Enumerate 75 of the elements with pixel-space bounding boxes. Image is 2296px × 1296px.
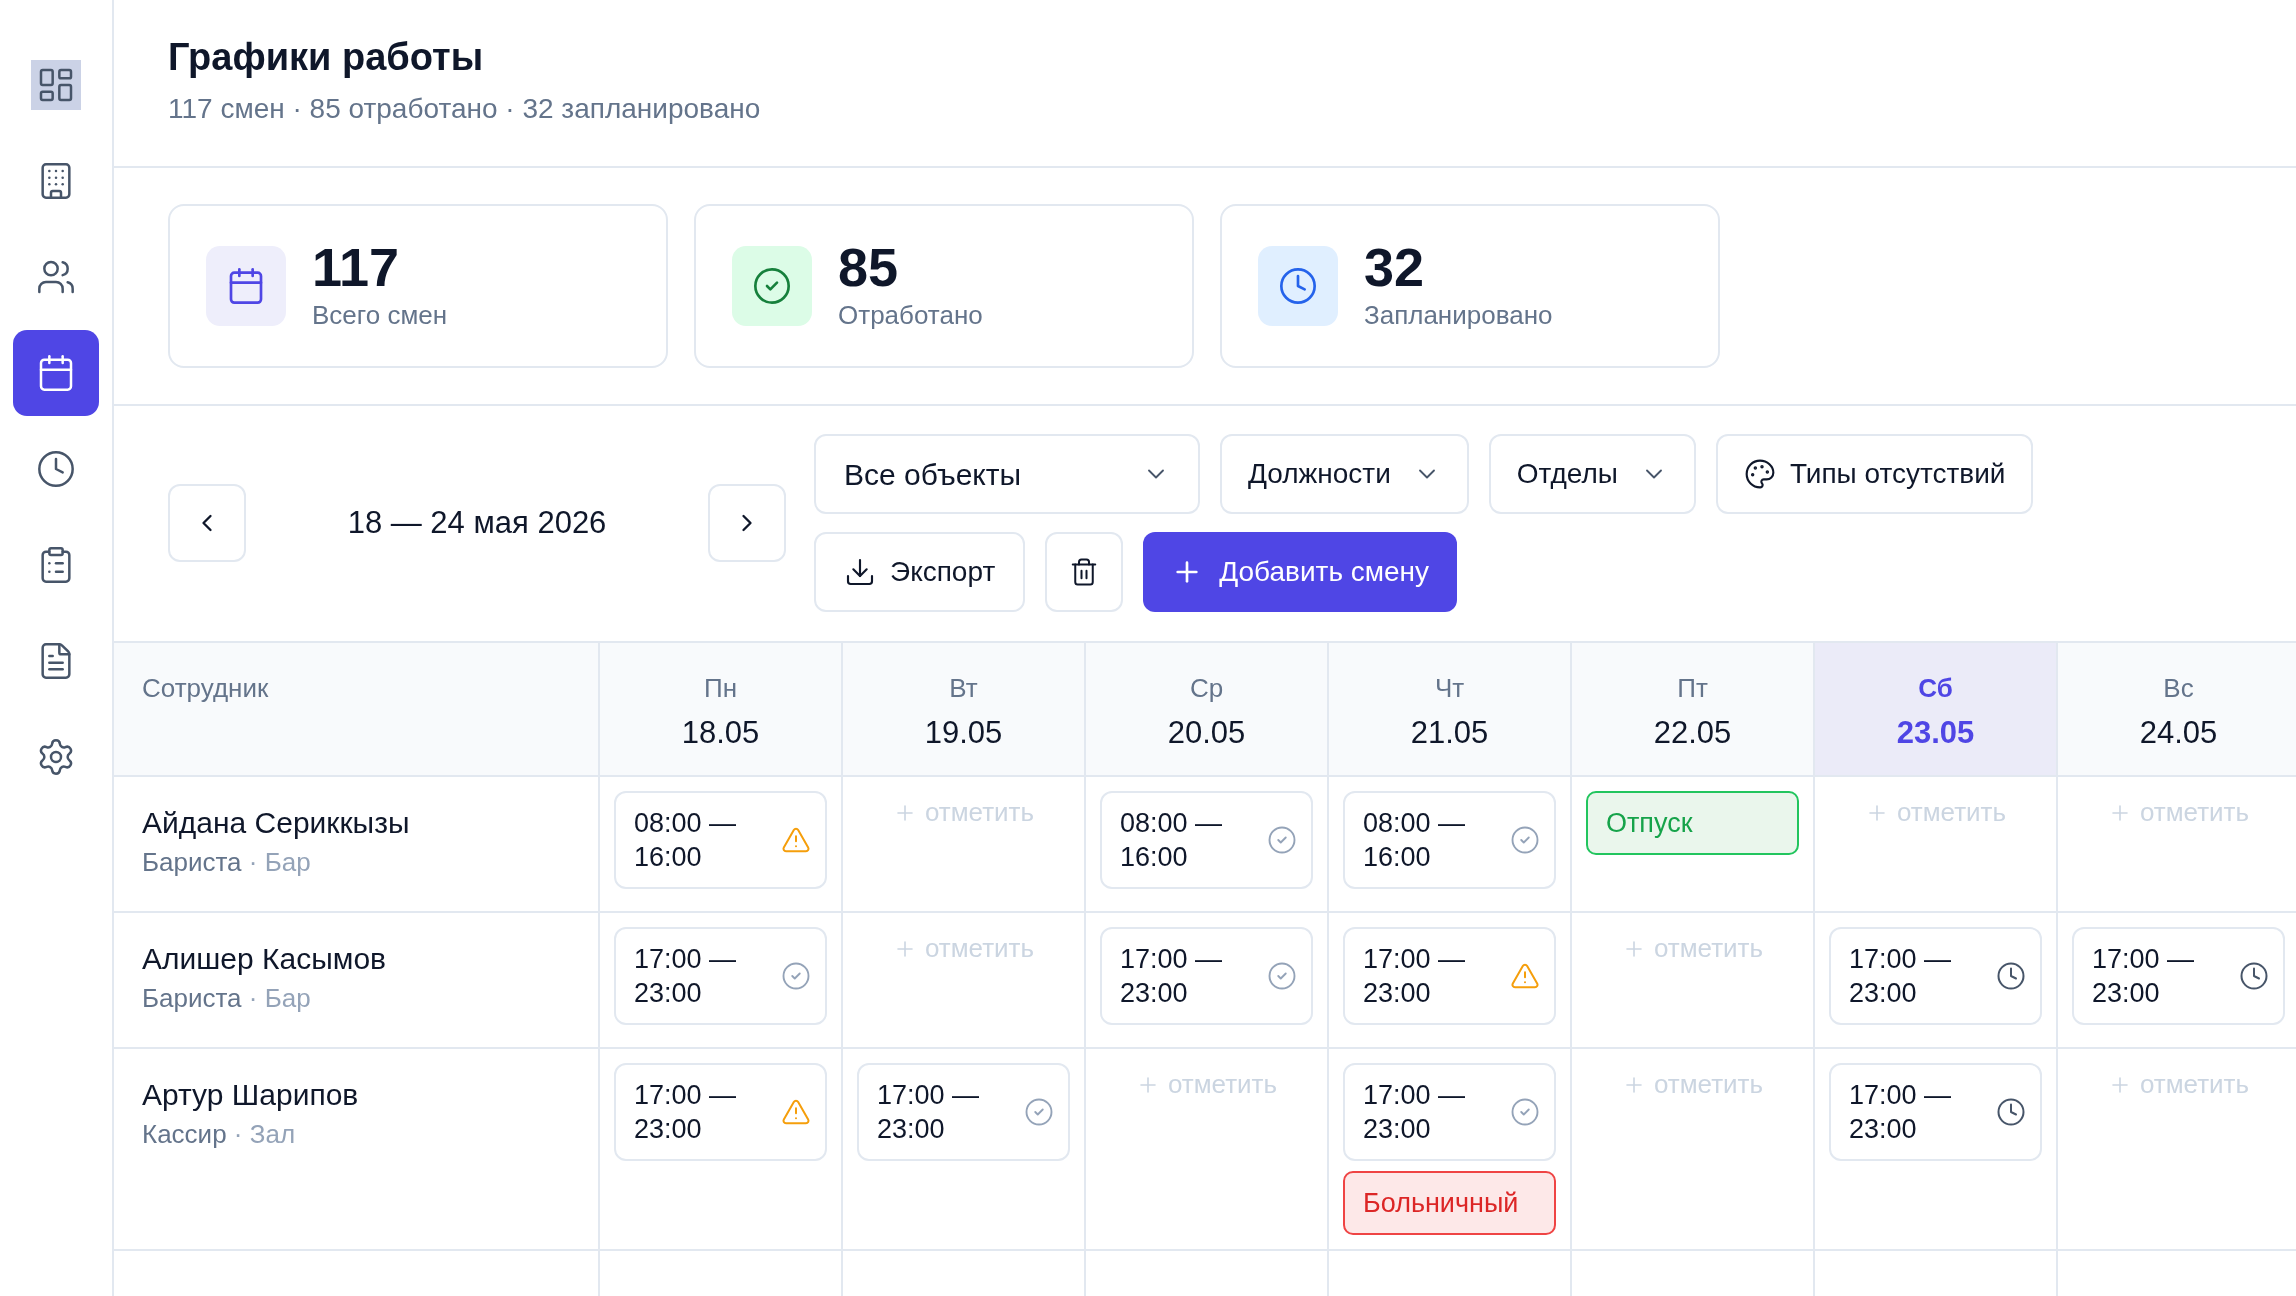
date-label: 23.05 [1896, 714, 1975, 752]
delete-button[interactable] [1045, 532, 1124, 612]
column-header: Сотрудник [114, 643, 600, 775]
weekday-label: Ср [1189, 672, 1224, 705]
shift-time: 17:00 — 23:00 [1363, 1079, 1467, 1146]
shift-card[interactable]: 08:00 — 16:00 [614, 791, 827, 889]
export-button[interactable]: Экспорт [814, 532, 1026, 612]
shift-time: 17:00 — 23:00 [1849, 1079, 1953, 1146]
shift-time: 17:00 — 23:00 [877, 1079, 981, 1146]
employee-name: Артур Шарипов [142, 1077, 360, 1113]
shift-card[interactable]: 17:00 — 23:00 [2072, 927, 2285, 1025]
shift-time: 17:00 — 23:00 [1363, 943, 1467, 1010]
shift-card[interactable]: 17:00 — 23:00 [1829, 1063, 2042, 1161]
shift-card[interactable]: 08:00 — 16:00 [1100, 791, 1313, 889]
stat-label: Отработано [838, 298, 983, 332]
date-label: 19.05 [924, 714, 1003, 752]
weekday-label: Сб [1918, 672, 1953, 705]
sidebar-item[interactable] [13, 330, 99, 416]
absence-badge[interactable]: Больничный [1343, 1171, 1556, 1235]
shift-card[interactable]: 17:00 — 23:00 [614, 1063, 827, 1161]
filter-dropdown[interactable]: Должности [1220, 434, 1469, 514]
shift-card[interactable]: 17:00 — 23:00 [1100, 927, 1313, 1025]
day-header[interactable]: Вт 19.05 [843, 643, 1086, 775]
sidebar-item[interactable] [31, 60, 81, 110]
filter-dropdown[interactable]: Отделы [1488, 434, 1696, 514]
employee-role: Бариста · Бар [142, 846, 312, 879]
check-circle-icon [752, 266, 792, 306]
stat-label: Запланировано [1364, 298, 1553, 332]
shift-time: 08:00 — 16:00 [634, 807, 738, 874]
shift-time: 17:00 — 23:00 [634, 1079, 738, 1146]
employee-name: Айдана Сериккызы [142, 805, 411, 841]
stat-value: 117 [312, 237, 401, 296]
shift-time: 08:00 — 16:00 [1363, 807, 1467, 874]
page-subtitle: 117 смен · 85 отработано · 32 запланировано [168, 92, 762, 126]
date-label: 18.05 [681, 714, 760, 752]
shift-card[interactable]: 17:00 — 23:00 [1343, 1063, 1556, 1161]
employee-role: Кассир · Зал [142, 1118, 297, 1151]
stat-value: 85 [838, 237, 900, 296]
stat-label: Всего смен [312, 298, 448, 332]
shift-card[interactable]: 17:00 — 23:00 [614, 927, 827, 1025]
weekday-label: Вт [949, 672, 978, 705]
day-header[interactable]: Ср 20.05 [1086, 643, 1329, 775]
shift-time: 17:00 — 23:00 [1120, 943, 1224, 1010]
shift-card[interactable]: 08:00 — 16:00 [1343, 791, 1556, 889]
day-header[interactable]: Пн 18.05 [600, 643, 843, 775]
palette-icon [1743, 458, 1776, 490]
page-title: Графики работы [168, 35, 485, 80]
download-icon [844, 556, 876, 588]
clock-icon [36, 449, 76, 489]
shift-time: 17:00 — 23:00 [634, 943, 738, 1010]
weekday-label: Вс [2163, 672, 2194, 705]
shift-card[interactable]: 17:00 — 23:00 [1829, 927, 2042, 1025]
employee-role: Бариста · Бар [142, 982, 312, 1015]
weekday-label: Пн [703, 672, 737, 705]
weekday-label: Пт [1677, 672, 1708, 705]
date-label: 24.05 [2139, 714, 2218, 752]
date-label: 21.05 [1410, 714, 1489, 752]
shift-card[interactable]: 17:00 — 23:00 [857, 1063, 1070, 1161]
shift-time: 17:00 — 23:00 [1849, 943, 1953, 1010]
shift-time: 17:00 — 23:00 [2092, 943, 2196, 1010]
day-header[interactable]: Сб 23.05 [1815, 643, 2058, 775]
shift-card[interactable]: 17:00 — 23:00 [1343, 927, 1556, 1025]
day-header[interactable]: Чт 21.05 [1329, 643, 1572, 775]
shift-time: 08:00 — 16:00 [1120, 807, 1224, 874]
date-label: 22.05 [1653, 714, 1732, 752]
clock-icon [1278, 266, 1318, 306]
week-range: 18 — 24 мая 2026 [346, 503, 608, 542]
employee-name: Алишер Касымов [142, 941, 387, 977]
stat-value: 32 [1364, 237, 1426, 296]
day-header[interactable]: Вс 24.05 [2058, 643, 2296, 775]
add-shift-button[interactable]: Добавить смену [1143, 532, 1458, 612]
filter-dropdown[interactable]: Все объекты [814, 434, 1200, 514]
absence-types-button[interactable]: Типы отсутствий [1715, 434, 2034, 514]
date-label: 20.05 [1167, 714, 1246, 752]
weekday-label: Чт [1434, 672, 1465, 705]
